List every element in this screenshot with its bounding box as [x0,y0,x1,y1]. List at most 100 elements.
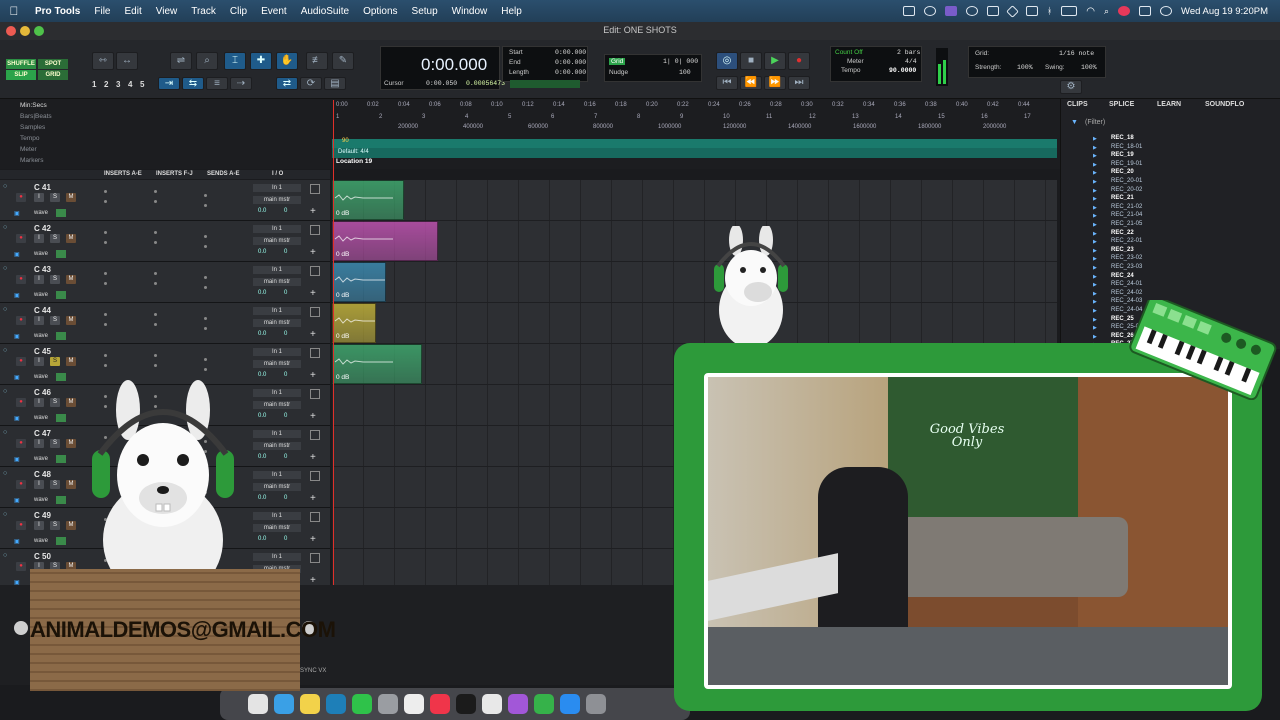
audio-clip[interactable]: 0 dB [332,344,422,384]
track-option-icon[interactable] [310,266,320,276]
track-expand-icon[interactable]: ○ [3,306,7,313]
track-option-icon[interactable] [310,430,320,440]
input-monitor-button[interactable]: I [34,398,44,407]
clip-gain-label[interactable]: 0 dB [336,333,349,340]
clip-disclosure-icon[interactable]: ▶ [1093,222,1097,228]
grid-value[interactable]: 1| 0| 000 [663,58,698,65]
insert-slot[interactable] [154,231,157,234]
send-slot[interactable] [204,286,207,289]
solo-button[interactable]: S [50,439,60,448]
freeform-icon[interactable] [326,694,346,714]
length-value[interactable]: 0:00.000 [555,69,586,76]
menu-app-name[interactable]: Pro Tools [28,6,87,17]
menu-setup[interactable]: Setup [405,6,445,17]
zoom-in-horizontal-icon[interactable]: ↔ [116,52,138,70]
input-selector[interactable]: In 1 [253,184,301,192]
status-display-icon[interactable] [1025,6,1038,16]
menu-file[interactable]: File [87,6,117,17]
track-header[interactable]: ○ C 42 ● I S M ▣ wave In 1 main mstr 0.0 0 + [0,221,330,262]
insert-slot[interactable] [104,241,107,244]
link-timeline-icon[interactable]: ⇆ [182,77,204,90]
io-header[interactable]: I / O [272,171,283,177]
clip-disclosure-icon[interactable]: ▶ [1093,265,1097,271]
volume-value[interactable]: 0.0 [258,536,266,542]
playlist-button[interactable] [56,291,66,299]
track-view-icon[interactable]: ▣ [14,415,20,422]
system-settings-icon[interactable] [586,694,606,714]
clip-disclosure-icon[interactable]: ▶ [1093,325,1097,331]
clip-disclosure-icon[interactable]: ▶ [1093,231,1097,237]
link-track-icon[interactable]: ≡ [206,77,228,90]
volume-value[interactable]: 0.0 [258,208,266,214]
meter-marker[interactable]: Default: 4/4 [338,149,369,155]
track-header[interactable]: ○ C 41 ● I S M ▣ wave In 1 main mstr 0.0 0 + [0,180,330,221]
record-arm-button[interactable]: ● [16,275,26,284]
track-option-icon[interactable] [310,348,320,358]
input-selector[interactable]: In 1 [253,348,301,356]
insert-slot[interactable] [104,364,107,367]
menu-view[interactable]: View [149,6,185,17]
solo-button[interactable]: S [50,193,60,202]
track-header[interactable]: ○ C 44 ● I S M ▣ wave In 1 main mstr 0.0 0 + [0,303,330,344]
clip-list-item[interactable]: REC_21 [1111,195,1134,201]
send-slot[interactable] [204,368,207,371]
playlist-button[interactable] [56,455,66,463]
track-option-icon[interactable] [310,389,320,399]
input-monitor-button[interactable]: I [34,275,44,284]
output-selector[interactable]: main mstr [253,401,301,409]
status-grid-icon[interactable] [902,6,915,16]
track-option-icon[interactable] [310,225,320,235]
track-name[interactable]: C 45 [34,347,51,356]
clip-disclosure-icon[interactable]: ▶ [1093,308,1097,314]
send-slot[interactable] [204,204,207,207]
track-option-icon[interactable] [310,553,320,563]
input-selector[interactable]: In 1 [253,266,301,274]
input-selector[interactable]: In 1 [253,471,301,479]
loop-edit-icon[interactable]: ⟳ [300,77,322,90]
menu-help[interactable]: Help [494,6,529,17]
sync-label[interactable]: SYNC VX [300,668,326,674]
track-name[interactable]: C 49 [34,511,51,520]
clips-filter-input[interactable]: (Filter) [1085,119,1105,126]
clip-gain-label[interactable]: 0 dB [336,292,349,299]
mirror-midi-icon[interactable]: ⇄ [276,77,298,90]
status-sync-icon[interactable] [923,6,936,16]
tab-learn[interactable]: LEARN [1157,101,1181,108]
track-view-selector[interactable]: wave [34,497,48,503]
track-expand-icon[interactable]: ○ [3,347,7,354]
pencil-tool-icon[interactable]: ✎ [332,52,354,70]
volume-value[interactable]: 0.0 [258,290,266,296]
pan-value[interactable]: 0 [284,413,287,419]
output-selector[interactable]: main mstr [253,319,301,327]
track-expand-icon[interactable]: ○ [3,388,7,395]
insert-slot[interactable] [104,190,107,193]
notes-icon[interactable] [300,694,320,714]
track-name[interactable]: C 50 [34,552,51,561]
menu-options[interactable]: Options [356,6,404,17]
record-icon[interactable]: ● [788,52,810,70]
send-slot[interactable] [204,235,207,238]
zoom-out-horizontal-icon[interactable]: ⇿ [92,52,114,70]
pan-value[interactable]: 0 [284,249,287,255]
insert-slot[interactable] [154,323,157,326]
track-name[interactable]: C 42 [34,224,51,233]
solo-button[interactable]: S [50,357,60,366]
inserts-ae-header[interactable]: INSERTS A-E [104,171,142,177]
mute-button[interactable]: M [66,521,76,530]
pan-value[interactable]: 0 [284,208,287,214]
track-view-selector[interactable]: wave [34,292,48,298]
track-playlist-row[interactable]: 0 dB [332,180,1057,221]
insertion-follows-icon[interactable]: ⇢ [230,77,252,90]
apple-tv-icon[interactable] [456,694,476,714]
menu-event[interactable]: Event [254,6,294,17]
track-expand-icon[interactable]: ○ [3,429,7,436]
record-arm-button[interactable]: ● [16,521,26,530]
clip-disclosure-icon[interactable]: ▶ [1093,291,1097,297]
input-selector[interactable]: In 1 [253,389,301,397]
clip-list-item[interactable]: REC_23 [1111,247,1134,253]
clip-disclosure-icon[interactable]: ▶ [1093,179,1097,185]
play-icon[interactable]: ▶ [764,52,786,70]
grid2-value[interactable]: 1/16 note [1059,50,1094,57]
playlist-button[interactable] [56,209,66,217]
clip-disclosure-icon[interactable]: ▶ [1093,162,1097,168]
